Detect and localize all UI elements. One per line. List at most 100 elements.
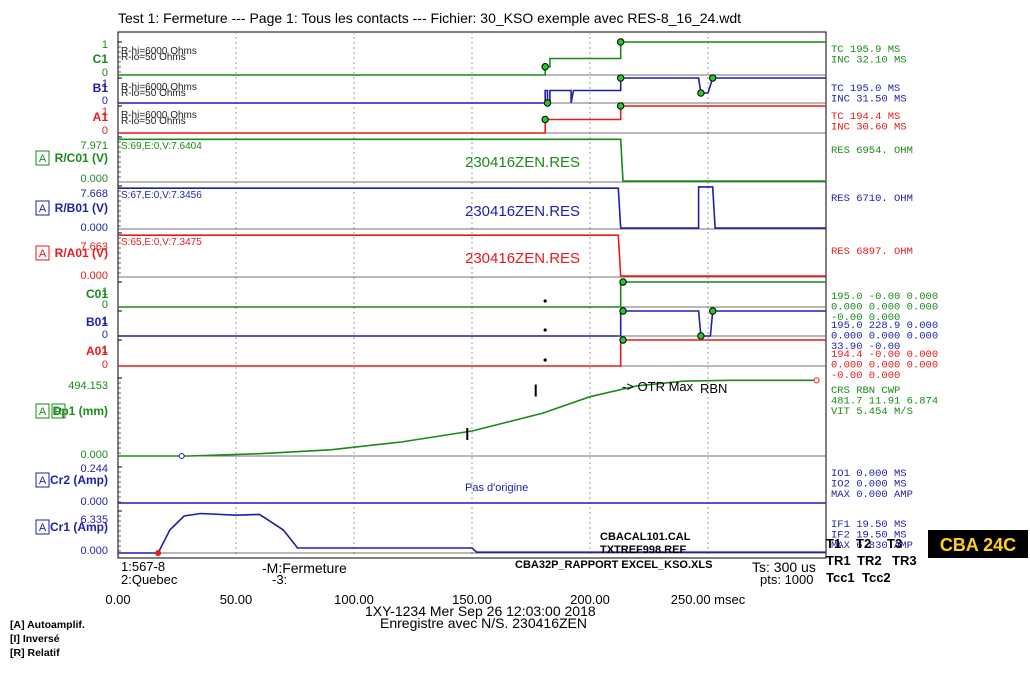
- channel-info-text: R-lo=50 Ohms: [121, 116, 186, 127]
- legend-line: [R] Relatif: [10, 647, 60, 659]
- channel-ra01: R/A01 (V)A7.6630.000S:65,E:0,V:7.3475230…: [35, 232, 913, 282]
- channel-bottom-value: 0.000: [80, 449, 108, 461]
- channel-rb01: R/B01 (V) A 7.668 0.000 S:67,E:0,V:7.3456 230…: [35, 185, 913, 234]
- channel-label: Cr2 (Amp): [50, 473, 108, 487]
- x-tick-label: 0.00: [105, 592, 130, 607]
- channel-a01: A0110194.4 -0.00 0.0000.000 0.000 0.000-…: [86, 336, 938, 382]
- event-marker: [616, 38, 625, 46]
- dot-marker: [543, 328, 547, 332]
- res-file-label: 230416ZEN.RES: [465, 250, 580, 267]
- channel-info-text: S:69,E:0,V:7.6404: [121, 141, 202, 152]
- channel-bottom-value: 0: [102, 329, 108, 341]
- legend-line: [A] Autoamplif.: [10, 619, 85, 631]
- channel-top-value: 1: [102, 315, 108, 327]
- event-marker: [543, 99, 552, 107]
- channel-top-value: 6.335: [80, 514, 108, 526]
- channel-trace: [118, 77, 826, 104]
- rbn-annotation: RBN: [700, 381, 727, 396]
- event-marker: [619, 307, 627, 315]
- channel-top-value: 494.153: [68, 380, 108, 392]
- start-marker: [155, 550, 162, 556]
- channel-bottom-value: 0: [102, 125, 108, 137]
- channel-result-line: RES 6710. OHM: [831, 193, 913, 205]
- flag-letter: A: [39, 248, 47, 260]
- channel-top-value: 0.244: [80, 463, 108, 475]
- info-file-line: CBA32P_RAPPORT EXCEL_KSO.XLS: [515, 559, 712, 571]
- channel-top-value: 1: [102, 286, 108, 298]
- channel-c01: C0110195.0 -0.00 0.0000.000 0.000 0.000-…: [86, 278, 938, 324]
- channel-result-line: RES 6897. OHM: [831, 246, 913, 258]
- x-tick-label: 250.00 msec: [671, 592, 746, 607]
- channel-result-line: RES 6954. OHM: [831, 145, 913, 157]
- channel-label: C1: [93, 52, 109, 66]
- event-marker: [616, 102, 625, 110]
- channel-top-value: 1: [102, 78, 108, 90]
- channel-result-line: -0.00 0.000: [831, 370, 900, 382]
- otr-max-annotation: -> OTR Max: [622, 379, 694, 394]
- channel-label: R/B01 (V): [55, 201, 108, 215]
- channel-note: Pas d'origine: [465, 482, 528, 494]
- event-marker: [541, 63, 549, 71]
- cba-badge-text: CBA 24C: [940, 535, 1016, 555]
- flag-letter: A: [39, 522, 47, 534]
- res-file-label: 230416ZEN.RES: [465, 203, 580, 220]
- channel-result-line: VIT 5.454 M/S: [831, 406, 913, 418]
- trigger-label: Tcc1: [826, 570, 855, 585]
- channel-bottom-value: 0: [102, 299, 108, 311]
- end-marker: [813, 377, 820, 384]
- trigger-label: T1: [826, 536, 841, 551]
- channel-top-value: 7.971: [80, 140, 108, 152]
- plot-frame: [117, 31, 827, 559]
- channel-rc01: R/C01 (V) A 7.971 0.000 S:69,E:0,V:7.6404 230…: [35, 136, 913, 185]
- event-marker: [619, 278, 627, 286]
- channel-info-text: R-lo=50 Ohms: [121, 88, 186, 99]
- dot-marker: [543, 358, 547, 362]
- channel-info-text: S:67,E:0,V:7.3456: [121, 190, 202, 201]
- timing-chart: Test 1: Fermeture --- Page 1: Tous les c…: [10, 10, 1028, 659]
- channel-cr1: Cr1 (Amp)A6.3350.000IF1 19.50 MSIF2 19.5…: [35, 510, 913, 557]
- channel-result-line: INC 30.60 MS: [831, 122, 907, 134]
- trigger-label: TR3: [892, 553, 917, 568]
- flag-letter: A: [39, 153, 47, 165]
- channel-bottom-value: 0.000: [80, 545, 108, 557]
- points-label: pts: 1000: [760, 572, 814, 587]
- grid: [117, 31, 827, 559]
- trigger-label: TR2: [857, 553, 882, 568]
- channel-info-text: S:65,E:0,V:7.3475: [121, 237, 202, 248]
- channel-bottom-value: 0.000: [80, 173, 108, 185]
- channel-a1: A110R-hi=6000 OhmsR-lo=50 Ohms TC 194.4 M…: [93, 102, 907, 137]
- flag-letter: R: [55, 406, 63, 418]
- channel-bottom-value: 0.000: [80, 496, 108, 508]
- channel-top-value: 1: [102, 344, 108, 356]
- trigger-label: Tcc2: [862, 570, 891, 585]
- footer-center-line: Enregistre avec N/S. 230416ZEN: [380, 615, 587, 631]
- flag-letter: A: [39, 203, 47, 215]
- channel-top-value: 7.668: [80, 188, 108, 200]
- x-tick-label: 50.00: [220, 592, 253, 607]
- footer-left-line: 2:Quebec: [121, 572, 178, 587]
- channel-bottom-value: 0.000: [80, 270, 108, 282]
- channel-cr2: Cr2 (Amp)A0.2440.000Pas d'origineIO1 0.0…: [35, 463, 913, 508]
- event-marker: [709, 74, 717, 82]
- trigger-label: T2: [856, 536, 871, 551]
- res-file-label: 230416ZEN.RES: [465, 154, 580, 171]
- event-marker: [697, 89, 705, 97]
- channel-c1: C110R-hi=6000 OhmsR-lo=50 OhmsTC 195.9 M…: [93, 38, 907, 79]
- event-marker: [697, 332, 705, 340]
- trigger-label: T3: [887, 536, 902, 551]
- info-file-line: TXTREF998.REF: [600, 544, 686, 556]
- channel-info-text: R-lo=50 Ohms: [121, 52, 186, 63]
- channel-dp1: Dp1 (mm)A R494.1530.000CRS RBN CWP481.7 1…: [35, 377, 938, 461]
- channel-top-value: 7.663: [80, 241, 108, 253]
- dot-marker: [543, 299, 547, 303]
- channel-b01: B0110195.0 228.9 0.0000.000 0.000 0.0003…: [86, 307, 938, 353]
- channel-label: R/C01 (V): [55, 151, 108, 165]
- event-marker: [619, 336, 627, 344]
- channel-result-line: INC 31.50 MS: [831, 94, 907, 106]
- event-marker: [541, 115, 549, 124]
- channel-bottom-value: 0: [102, 359, 108, 371]
- footer-mid-line: -3:: [272, 572, 287, 587]
- channel-tracks: C110R-hi=6000 OhmsR-lo=50 OhmsTC 195.9 M…: [35, 38, 938, 557]
- flag-letter: A: [39, 475, 47, 487]
- channel-bottom-value: 0.000: [80, 222, 108, 234]
